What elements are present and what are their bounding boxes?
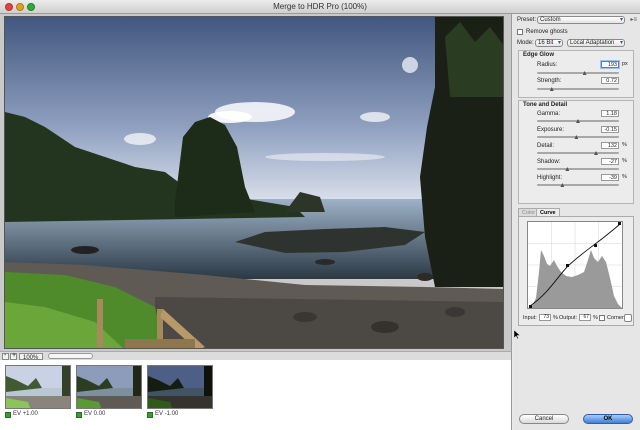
corner-label: Corner (607, 315, 624, 321)
detail-label: Detail: (537, 143, 555, 149)
include-checkbox-2[interactable] (76, 411, 82, 418)
shadow-input[interactable]: -27 (601, 158, 619, 165)
thumbnail-ev-plus1[interactable] (5, 365, 71, 409)
source-filmstrip: EV +1.00 EV 0.00 EV -1.00 (0, 360, 512, 430)
highlight-label: Highlight: (537, 175, 563, 181)
curve-output-field[interactable]: 67 (579, 314, 591, 321)
edge-glow-group: Edge Glow Radius: 193 px Strength: 0.72 (518, 50, 634, 98)
curve-input-field[interactable]: 73 (539, 314, 551, 321)
radius-slider[interactable] (537, 71, 619, 75)
shadow-unit: % (622, 158, 627, 164)
window-titlebar: Merge to HDR Pro (100%) (0, 0, 640, 14)
strength-label: Strength: (537, 78, 562, 84)
curve-histogram-graph[interactable] (527, 221, 623, 309)
mode-label: Mode: (517, 40, 534, 46)
thumbnail-image (148, 366, 212, 408)
detail-slider-thumb[interactable] (594, 151, 599, 155)
exposure-slider-thumb[interactable] (574, 135, 579, 139)
hdr-preview-image (4, 16, 504, 349)
tone-detail-group: Tone and Detail Gamma: 1.18 Exposure: -0… (518, 100, 634, 204)
horizontal-scrollbar[interactable] (48, 353, 93, 359)
shadow-slider-thumb[interactable] (565, 167, 570, 171)
highlight-unit: % (622, 174, 627, 180)
exposure-slider[interactable] (537, 135, 619, 139)
exposure-label: Exposure: (537, 127, 565, 133)
gamma-label: Gamma: (537, 111, 561, 117)
edge-glow-title: Edge Glow (523, 52, 555, 58)
thumbnail-label-1: EV +1.00 (5, 411, 38, 418)
curve-input-label: Input: (523, 315, 537, 321)
detail-input[interactable]: 132 (601, 142, 619, 149)
preview-statusbar: - + 100% (0, 351, 512, 361)
curve-point-2[interactable] (594, 244, 597, 247)
curve-output-label: Output: (559, 315, 578, 321)
landscape-preview (5, 17, 503, 348)
hdr-settings-panel: Preset: Custom ▸≡ Remove ghosts Mode: 16… (513, 14, 640, 430)
gamma-slider[interactable] (537, 119, 619, 123)
bit-depth-select[interactable]: 16 Bit (535, 39, 563, 47)
zoom-field[interactable]: 100% (19, 353, 43, 361)
curve-tabs: Color Curve (518, 208, 634, 216)
corner-checkbox[interactable] (599, 315, 605, 321)
strength-slider-thumb[interactable] (549, 87, 554, 91)
exposure-input[interactable]: -0.15 (601, 126, 619, 133)
window-zoom-button[interactable] (27, 3, 35, 11)
preset-label: Preset: (517, 17, 537, 23)
highlight-slider-thumb[interactable] (560, 183, 565, 187)
tone-detail-title: Tone and Detail (523, 102, 568, 108)
strength-slider[interactable] (537, 87, 619, 91)
radius-slider-thumb[interactable] (582, 71, 587, 75)
radius-label: Radius: (537, 62, 558, 68)
shadow-slider[interactable] (537, 167, 619, 171)
preset-select[interactable]: Custom (537, 16, 625, 24)
detail-unit: % (622, 142, 627, 148)
mouse-cursor-icon (514, 330, 520, 339)
curve-point-white[interactable] (618, 222, 621, 225)
highlight-slider[interactable] (537, 183, 619, 187)
strength-input[interactable]: 0.72 (601, 77, 619, 84)
radius-unit: px (622, 61, 628, 67)
remove-ghosts-checkbox[interactable] (517, 29, 523, 35)
curve-output-unit: % (593, 315, 598, 321)
tab-curve[interactable]: Curve (536, 208, 560, 216)
include-checkbox-3[interactable] (147, 411, 153, 418)
curve-panel: Input: 73 % Output: 67 % Corner (518, 216, 634, 326)
ok-button[interactable]: OK (583, 414, 633, 424)
method-select[interactable]: Local Adaptation (567, 39, 625, 47)
thumbnail-ev-0[interactable] (76, 365, 142, 409)
window-close-button[interactable] (5, 3, 13, 11)
curve-input-unit: % (553, 315, 558, 321)
curve-point-black[interactable] (529, 305, 532, 308)
reset-curve-icon[interactable] (624, 314, 632, 322)
remove-ghosts-row: Remove ghosts (517, 28, 568, 36)
thumbnail-ev-minus1[interactable] (147, 365, 213, 409)
shadow-label: Shadow: (537, 159, 561, 165)
curve-graph (528, 222, 622, 308)
thumbnail-image (77, 366, 141, 408)
window-minimize-button[interactable] (16, 3, 24, 11)
include-checkbox-1[interactable] (5, 411, 11, 418)
radius-input[interactable]: 193 (601, 61, 619, 68)
cancel-button[interactable]: Cancel (519, 414, 569, 424)
preset-menu-icon[interactable]: ▸≡ (630, 16, 637, 23)
thumbnail-image (6, 366, 70, 408)
thumbnail-label-3: EV -1.00 (147, 411, 178, 418)
gamma-slider-thumb[interactable] (576, 119, 580, 123)
thumbnail-label-2: EV 0.00 (76, 411, 105, 418)
zoom-out-button[interactable]: - (2, 352, 9, 360)
gamma-input[interactable]: 1.18 (601, 110, 619, 117)
highlight-input[interactable]: -39 (601, 174, 619, 181)
curve-point-1[interactable] (566, 264, 569, 267)
zoom-in-button[interactable]: + (10, 352, 17, 360)
preview-area (0, 14, 512, 352)
window-title: Merge to HDR Pro (100%) (273, 2, 367, 11)
detail-slider[interactable] (537, 151, 619, 155)
